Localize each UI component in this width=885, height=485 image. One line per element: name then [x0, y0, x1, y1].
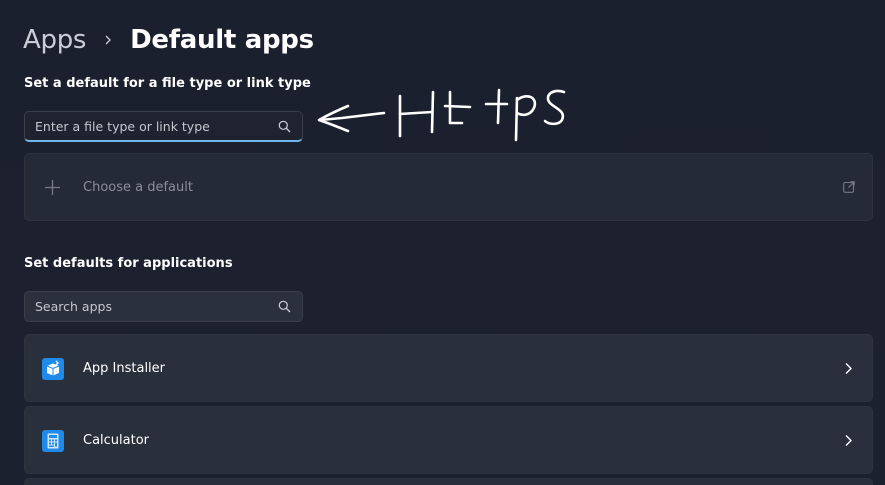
app-row-calculator[interactable]: Calculator [24, 406, 873, 474]
apps-search-box[interactable] [24, 291, 303, 322]
plus-icon [45, 180, 60, 195]
calculator-icon [42, 430, 64, 452]
app-row-app-installer[interactable]: App Installer [24, 334, 873, 402]
search-icon[interactable] [278, 300, 291, 313]
chevron-right-icon [845, 435, 852, 446]
breadcrumb-apps-link[interactable]: Apps [23, 25, 86, 55]
applications-section-title: Set defaults for applications [24, 256, 233, 271]
app-label: App Installer [83, 361, 166, 376]
app-label: Calculator [83, 433, 150, 448]
breadcrumb: Apps Default apps [23, 20, 314, 60]
choose-default-card[interactable]: Choose a default [24, 153, 873, 221]
apps-search-input[interactable] [35, 292, 265, 321]
file-type-search-input[interactable] [35, 112, 265, 141]
page-title: Default apps [130, 25, 314, 55]
external-link-icon[interactable] [843, 181, 855, 193]
file-type-search-box[interactable] [24, 111, 303, 142]
default-apps-page: Apps Default apps Set a default for a fi… [0, 0, 885, 485]
app-row-next-partial[interactable] [24, 478, 873, 485]
app-installer-icon [42, 358, 64, 380]
handwritten-https-annotation [317, 88, 566, 142]
chevron-right-icon [105, 35, 112, 45]
search-icon[interactable] [278, 120, 291, 133]
choose-default-label: Choose a default [83, 180, 193, 195]
file-type-section-title: Set a default for a file type or link ty… [24, 76, 311, 91]
chevron-right-icon [845, 363, 852, 374]
